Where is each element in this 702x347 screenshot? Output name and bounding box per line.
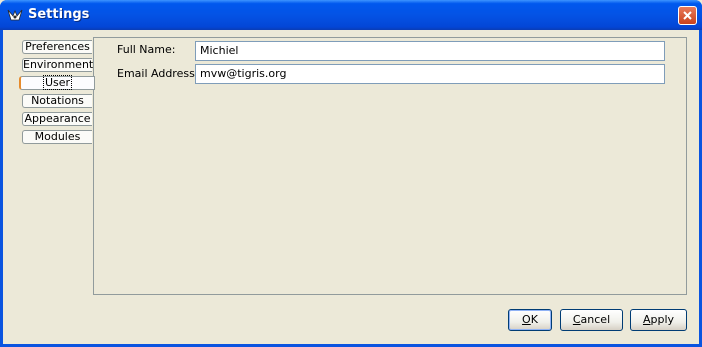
full-name-field[interactable]: Michiel	[195, 41, 665, 61]
tab-notations[interactable]: Notations	[22, 94, 92, 108]
apply-button[interactable]: Apply	[630, 309, 687, 331]
cancel-button[interactable]: Cancel	[560, 309, 623, 331]
tab-label: User	[42, 75, 73, 90]
close-button[interactable]	[678, 6, 697, 25]
full-name-value: Michiel	[200, 44, 239, 57]
title-bar[interactable]: Settings	[0, 0, 702, 30]
tab-label: Environment	[23, 58, 94, 71]
tab-label: Modules	[34, 130, 81, 143]
tab-preferences[interactable]: Preferences	[22, 40, 92, 54]
ok-label: K	[530, 313, 538, 326]
tab-label: Notations	[31, 94, 84, 107]
cancel-label: ancel	[580, 313, 611, 326]
ok-mnemonic: O	[522, 313, 531, 326]
full-name-label: Full Name:	[117, 43, 176, 56]
apply-label: pply	[650, 313, 675, 326]
tab-modules[interactable]: Modules	[22, 130, 92, 144]
argouml-icon	[7, 7, 23, 23]
email-value: mvw@tigris.org	[200, 67, 287, 80]
tab-appearance[interactable]: Appearance	[22, 112, 92, 126]
window-title: Settings	[28, 7, 90, 22]
tab-environment[interactable]: Environment	[22, 58, 94, 72]
ok-button[interactable]: OK	[508, 309, 552, 331]
tab-user[interactable]: User	[19, 75, 95, 90]
tab-label: Preferences	[25, 40, 90, 53]
close-icon	[683, 11, 692, 20]
email-field[interactable]: mvw@tigris.org	[195, 64, 665, 84]
cancel-mnemonic: C	[572, 313, 581, 326]
email-label: Email Address:	[117, 67, 199, 80]
settings-dialog: Settings Preferences Environment User No…	[0, 0, 702, 347]
apply-mnemonic: A	[642, 313, 651, 326]
tab-label: Appearance	[24, 112, 91, 125]
